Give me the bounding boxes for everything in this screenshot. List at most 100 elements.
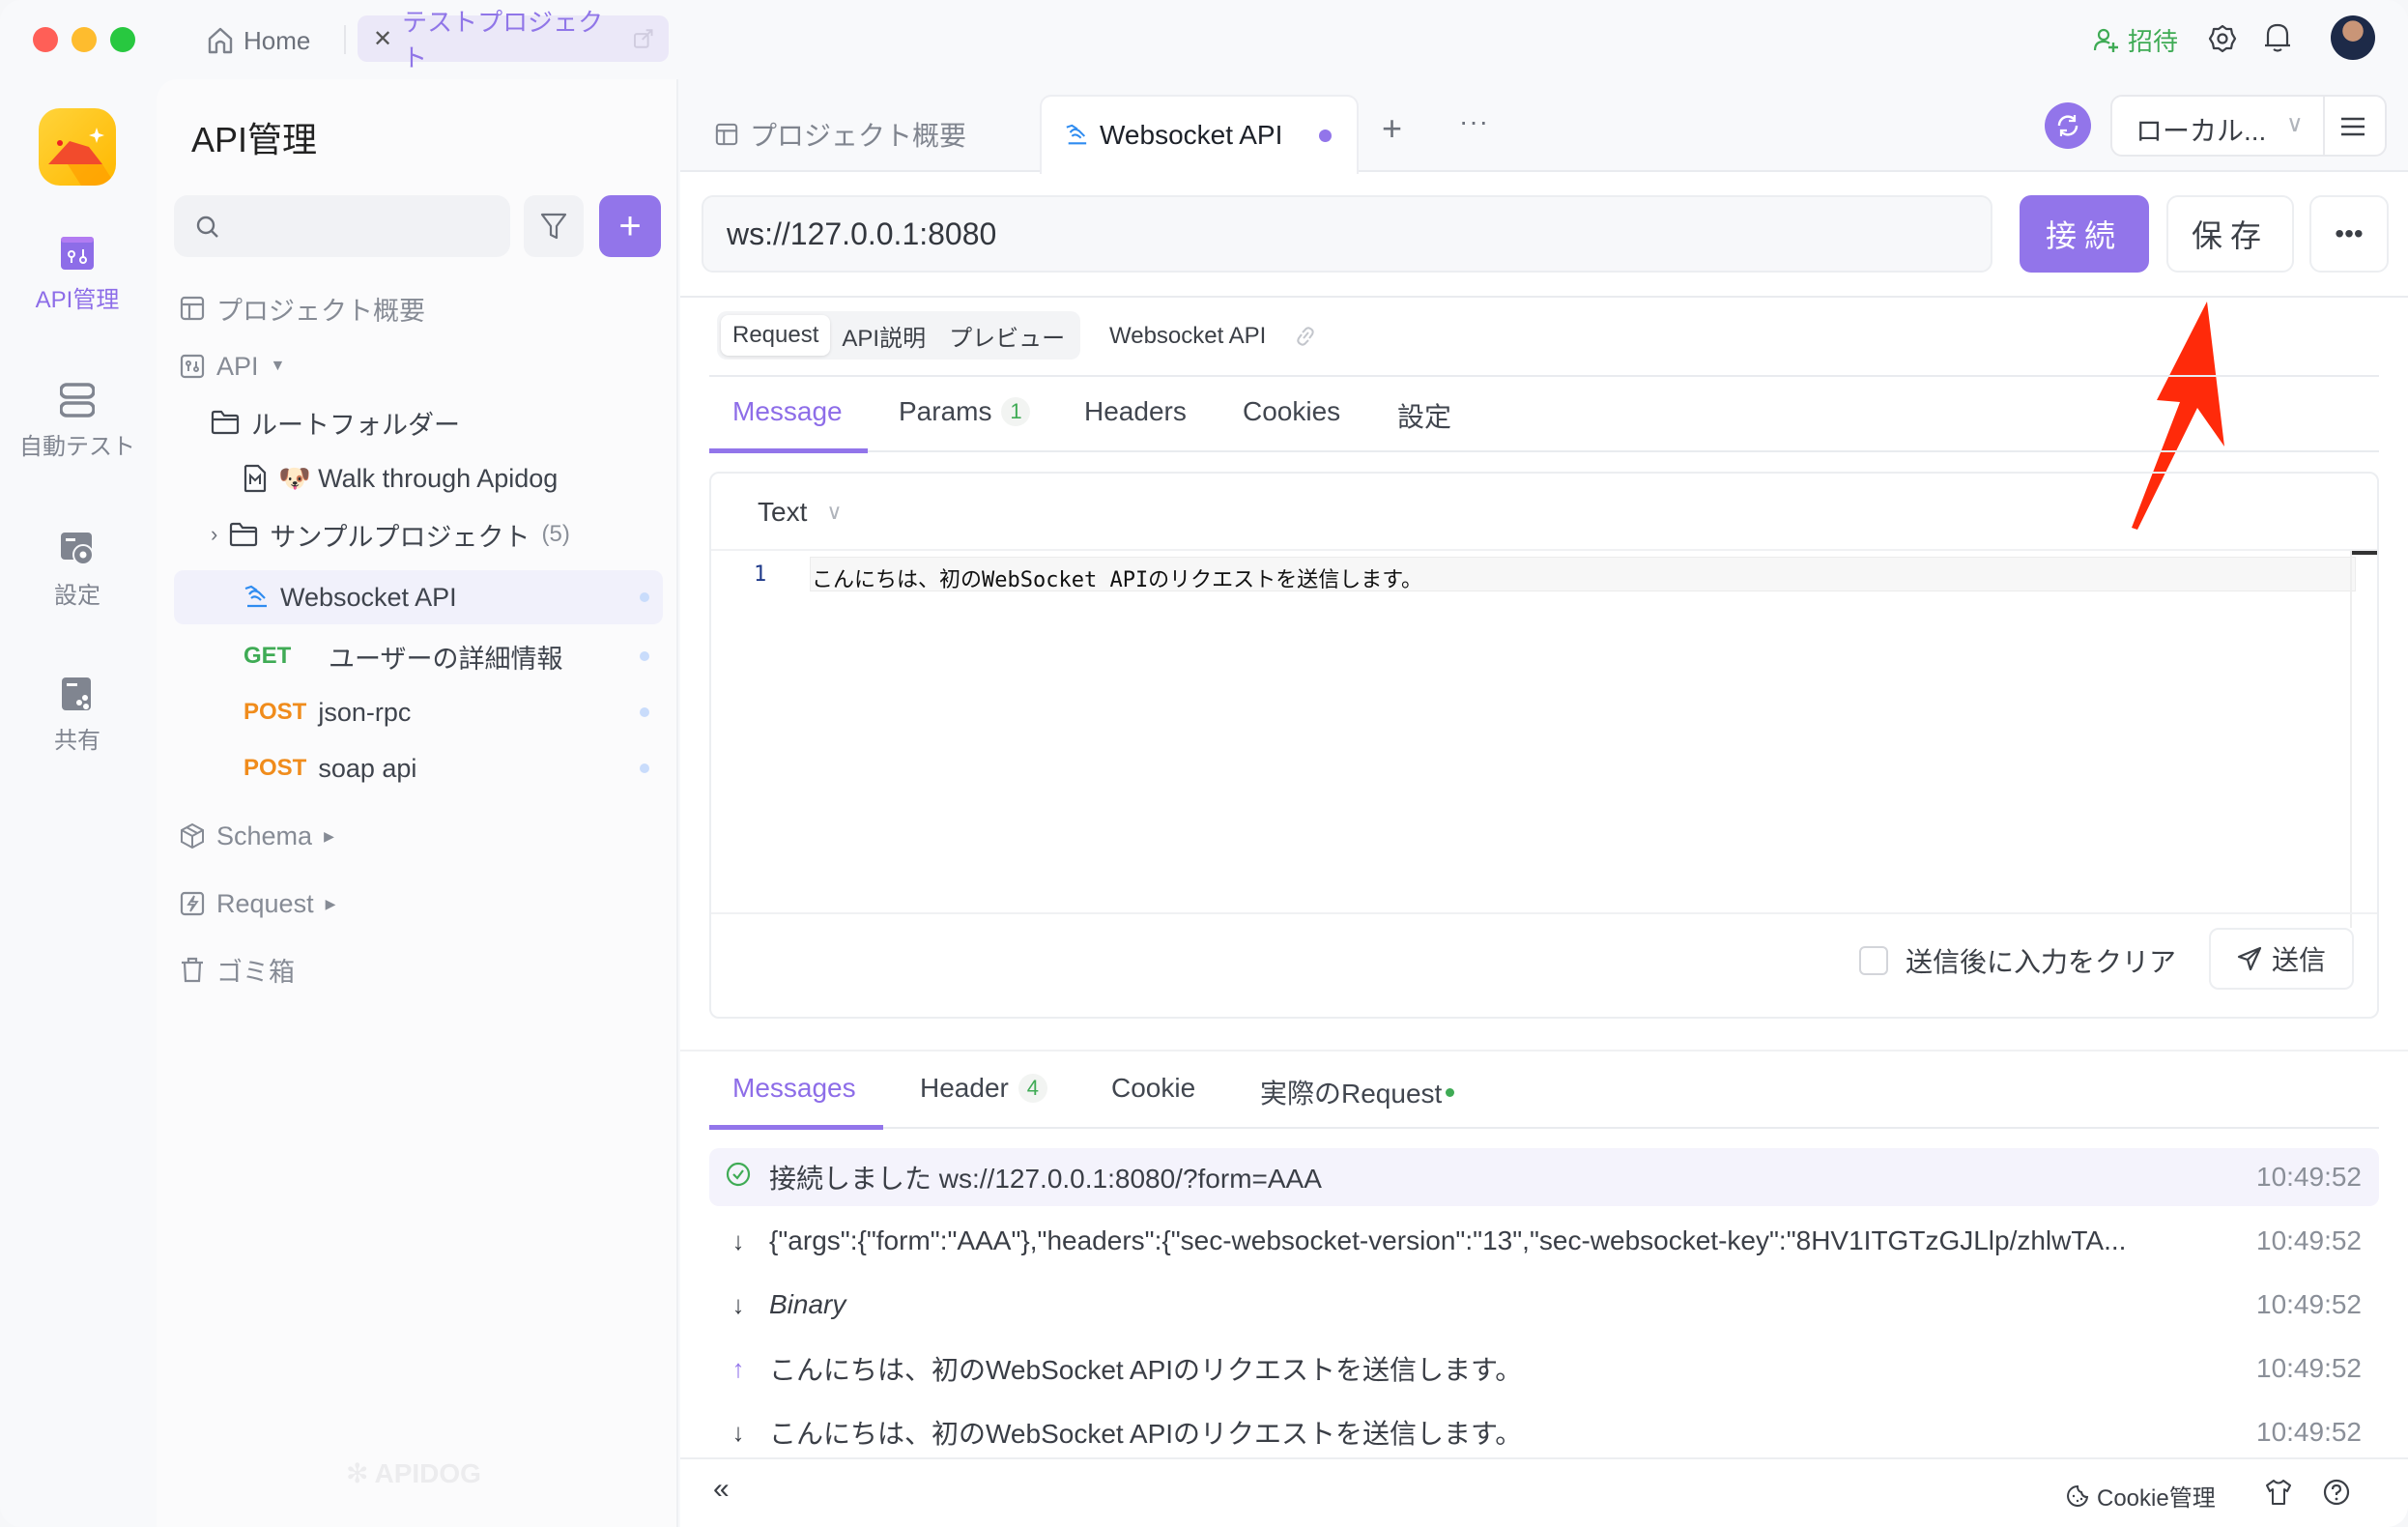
rail-label: 設定 [54, 583, 100, 609]
tab-label: Message [732, 396, 843, 426]
project-tab[interactable]: ✕ テストプロジェクト [358, 8, 669, 72]
sidebar-item-websocket-api[interactable]: Websocket API [174, 570, 663, 624]
subtab-request[interactable]: Request [721, 315, 831, 356]
sidebar-item-label: ゴミ箱 [216, 957, 295, 987]
new-tab-button[interactable]: + [1382, 108, 1402, 149]
tab-label: Messages [732, 1073, 856, 1103]
subtab-label: プレビュー [949, 325, 1066, 352]
rail-item-settings[interactable]: 設定 [0, 532, 155, 610]
arrow-down-icon: ↓ [731, 1417, 745, 1447]
help-icon[interactable] [2323, 1479, 2350, 1506]
checkbox[interactable] [1859, 946, 1888, 975]
message-row[interactable]: ↑ こんにちは、初のWebSocket APIのリクエストを送信します。 10:… [709, 1340, 2379, 1397]
sidebar-item-trash[interactable]: ゴミ箱 [180, 943, 295, 995]
user-avatar[interactable] [2331, 15, 2375, 60]
divider [868, 450, 2379, 452]
message-type-select[interactable]: Text ∨ [758, 497, 842, 528]
message-row[interactable]: ↓ {"args":{"form":"AAA"},"headers":{"sec… [709, 1212, 2379, 1270]
message-row[interactable]: 接続しました ws://127.0.0.1:8080/?form=AAA 10:… [709, 1148, 2379, 1206]
close-tab-icon[interactable]: ✕ [373, 25, 392, 53]
clear-after-send-checkbox[interactable]: 送信後に入力をクリア [1859, 941, 2176, 980]
sync-button[interactable] [2045, 102, 2091, 149]
maximize-window-button[interactable] [110, 27, 135, 52]
tab-settings[interactable]: 設定 [1397, 396, 1451, 435]
theme-shirt-icon[interactable] [2265, 1479, 2292, 1506]
code-editor[interactable]: 1 こんにちは、初のWebSocket APIのリクエストを送信します。 [711, 551, 2377, 928]
sidebar-item-label: API [216, 351, 259, 381]
arrow-down-icon: ↓ [731, 1225, 745, 1255]
rail-label: 共有 [54, 728, 100, 754]
search-input[interactable] [174, 195, 510, 257]
tab-bar: プロジェクト概要 Websocket API + ··· ローカル... ∨ [680, 79, 2408, 174]
environment-selector[interactable]: ローカル... ∨ [2110, 95, 2387, 157]
tab-messages[interactable]: Messages [732, 1073, 856, 1104]
bell-icon[interactable] [2263, 21, 2292, 54]
trash-icon [182, 957, 203, 983]
url-input[interactable]: ws://127.0.0.1:8080 [702, 195, 1992, 273]
open-external-icon[interactable] [633, 28, 653, 49]
sidebar-item-soap-api[interactable]: POST soap api [244, 742, 663, 794]
tab-cookies[interactable]: Cookies [1243, 396, 1340, 427]
sidebar-item-walkthrough[interactable]: 🐶 Walk through Apidog [244, 452, 558, 504]
cookie-manager-label: Cookie管理 [2097, 1485, 2216, 1512]
message-row[interactable]: ↓ Binary 10:49:52 [709, 1276, 2379, 1334]
invite-button[interactable]: 招待 [2093, 19, 2178, 60]
environment-menu-button[interactable] [2340, 116, 2365, 142]
more-tabs-button[interactable]: ··· [1459, 106, 1489, 137]
rail-item-api-management[interactable]: API管理 [0, 236, 155, 314]
tab-websocket-api[interactable]: Websocket API [1040, 95, 1359, 174]
tab-actual-request[interactable]: 実際のRequest [1260, 1073, 1455, 1111]
connect-button[interactable]: 接続 [2020, 195, 2149, 273]
tab-message[interactable]: Message [732, 396, 843, 427]
save-button[interactable]: 保存 [2166, 195, 2294, 273]
rail-label: 自動テスト [19, 434, 135, 460]
tab-headers[interactable]: Headers [1084, 396, 1187, 427]
minimize-window-button[interactable] [72, 27, 97, 52]
subtab-api-description[interactable]: API説明 [830, 315, 937, 356]
chevron-right-icon[interactable]: › [211, 522, 217, 547]
message-row[interactable]: ↓ こんにちは、初のWebSocket APIのリクエストを送信します。 10:… [709, 1403, 2379, 1455]
rail-item-share[interactable]: 共有 [0, 677, 155, 755]
collapse-sidebar-icon[interactable]: « [713, 1473, 730, 1506]
url-value: ws://127.0.0.1:8080 [727, 216, 997, 251]
sidebar-item-get-user[interactable]: GET ユーザーの詳細情報 [244, 630, 663, 682]
count-badge: 4 [1018, 1074, 1047, 1103]
tab-label: 設定 [1397, 402, 1452, 432]
close-window-button[interactable] [33, 27, 58, 52]
cookie-manager-button[interactable]: Cookie管理 [2066, 1479, 2216, 1513]
send-button[interactable]: 送信 [2209, 928, 2354, 990]
item-count: (5) [541, 521, 570, 547]
sidebar-item-label: Request [216, 888, 314, 918]
sidebar-item-api[interactable]: API ▼ [180, 340, 285, 392]
message-time: 10:49:52 [2256, 1289, 2362, 1319]
rail-label: API管理 [35, 287, 120, 313]
tab-header[interactable]: Header 4 [920, 1073, 1047, 1104]
sidebar-item-request[interactable]: Request ▶ [180, 878, 335, 930]
sidebar-item-label: サンプルプロジェクト [270, 522, 530, 552]
message-text: 接続しました ws://127.0.0.1:8080/?form=AAA [769, 1164, 1322, 1194]
sidebar-item-sample-project[interactable]: › サンプルプロジェクト (5) [211, 508, 570, 561]
sidebar-item-root-folder[interactable]: ルートフォルダー [211, 396, 460, 448]
gear-icon[interactable] [2207, 23, 2238, 54]
subtab-preview[interactable]: プレビュー [937, 315, 1076, 356]
view-switcher: Request API説明 プレビュー [717, 311, 1081, 360]
tab-cookie[interactable]: Cookie [1111, 1073, 1195, 1104]
more-options-button[interactable]: ••• [2309, 195, 2389, 273]
subtab-label: API説明 [842, 325, 927, 352]
check-circle-icon [719, 1162, 758, 1194]
api-name: Websocket API [1109, 323, 1267, 349]
subtab-label: Request [732, 322, 819, 348]
sidebar-item-schema[interactable]: Schema ▶ [180, 810, 334, 862]
rail-item-auto-test[interactable]: 自動テスト [0, 383, 155, 461]
sidebar-item-label: Schema [216, 821, 313, 850]
code-line: こんにちは、初のWebSocket APIのリクエストを送信します。 [812, 568, 1422, 592]
tab-project-overview[interactable]: プロジェクト概要 [715, 95, 966, 174]
editor-scrollbar[interactable] [2350, 551, 2377, 928]
sidebar-item-overview[interactable]: プロジェクト概要 [180, 282, 425, 334]
home-tab[interactable]: Home [207, 19, 310, 62]
filter-button[interactable] [524, 195, 584, 257]
link-icon[interactable] [1295, 325, 1316, 348]
tab-params[interactable]: Params 1 [899, 396, 1031, 427]
add-button[interactable]: + [599, 195, 661, 257]
sidebar-item-json-rpc[interactable]: POST json-rpc [244, 686, 663, 738]
